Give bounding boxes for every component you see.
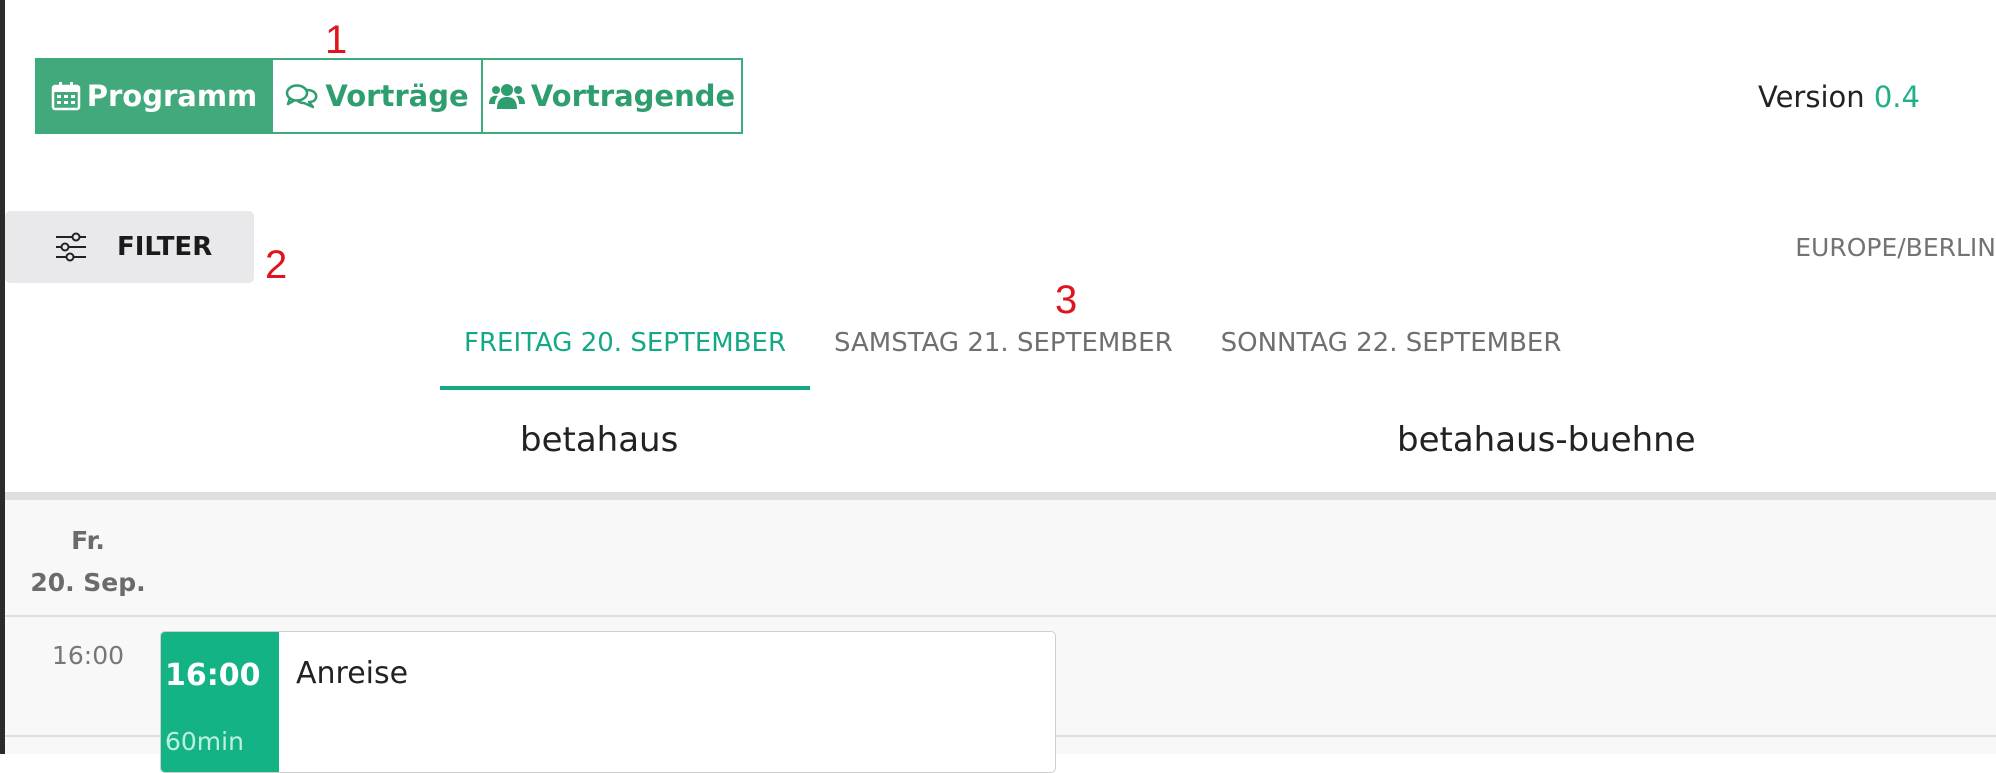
nav-vortragende-button[interactable]: Vortragende: [481, 58, 743, 134]
users-icon: [488, 82, 525, 110]
nav-programm-label: Programm: [86, 79, 258, 113]
version-info: Version 0.4: [1758, 80, 1920, 114]
annotation-2: 2: [265, 243, 288, 287]
time-label: 16:00: [52, 641, 125, 670]
grid-line: [5, 615, 1996, 617]
tab-freitag[interactable]: FREITAG 20. SEPTEMBER: [440, 310, 811, 390]
session-duration: 60min: [165, 727, 244, 756]
session-title: Anreise: [296, 656, 409, 691]
version-label: Version: [1758, 80, 1865, 114]
day-label-date: 20. Sep.: [30, 568, 146, 597]
main-nav: Programm Vorträge Vortragende: [35, 58, 743, 134]
annotation-1: 1: [325, 18, 348, 62]
filter-label: FILTER: [117, 232, 213, 262]
comments-icon: [285, 82, 319, 110]
nav-vortraege-label: Vorträge: [325, 79, 469, 113]
day-tabs: FREITAG 20. SEPTEMBER SAMSTAG 21. SEPTEM…: [440, 310, 1585, 390]
day-label: Fr. 20. Sep.: [28, 520, 148, 604]
calendar-icon: [51, 81, 81, 111]
day-label-weekday: Fr.: [71, 526, 105, 555]
version-number: 0.4: [1873, 80, 1920, 114]
session-start-time: 16:00: [165, 658, 261, 693]
nav-vortraege-button[interactable]: Vorträge: [271, 58, 483, 134]
session-card[interactable]: 16:00 60min Anreise: [160, 631, 1056, 773]
room-header-betahaus: betahaus: [520, 420, 679, 460]
timezone-label: EUROPE/BERLIN: [1795, 233, 1996, 262]
room-header-betahaus-buehne: betahaus-buehne: [1397, 420, 1696, 460]
tab-samstag[interactable]: SAMSTAG 21. SEPTEMBER: [810, 310, 1197, 390]
filter-button[interactable]: FILTER: [5, 211, 254, 283]
tab-sonntag[interactable]: SONNTAG 22. SEPTEMBER: [1197, 310, 1586, 390]
nav-programm-button[interactable]: Programm: [35, 58, 273, 134]
header-divider: [5, 492, 1996, 500]
sliders-icon: [55, 232, 87, 262]
nav-vortragende-label: Vortragende: [530, 79, 736, 113]
